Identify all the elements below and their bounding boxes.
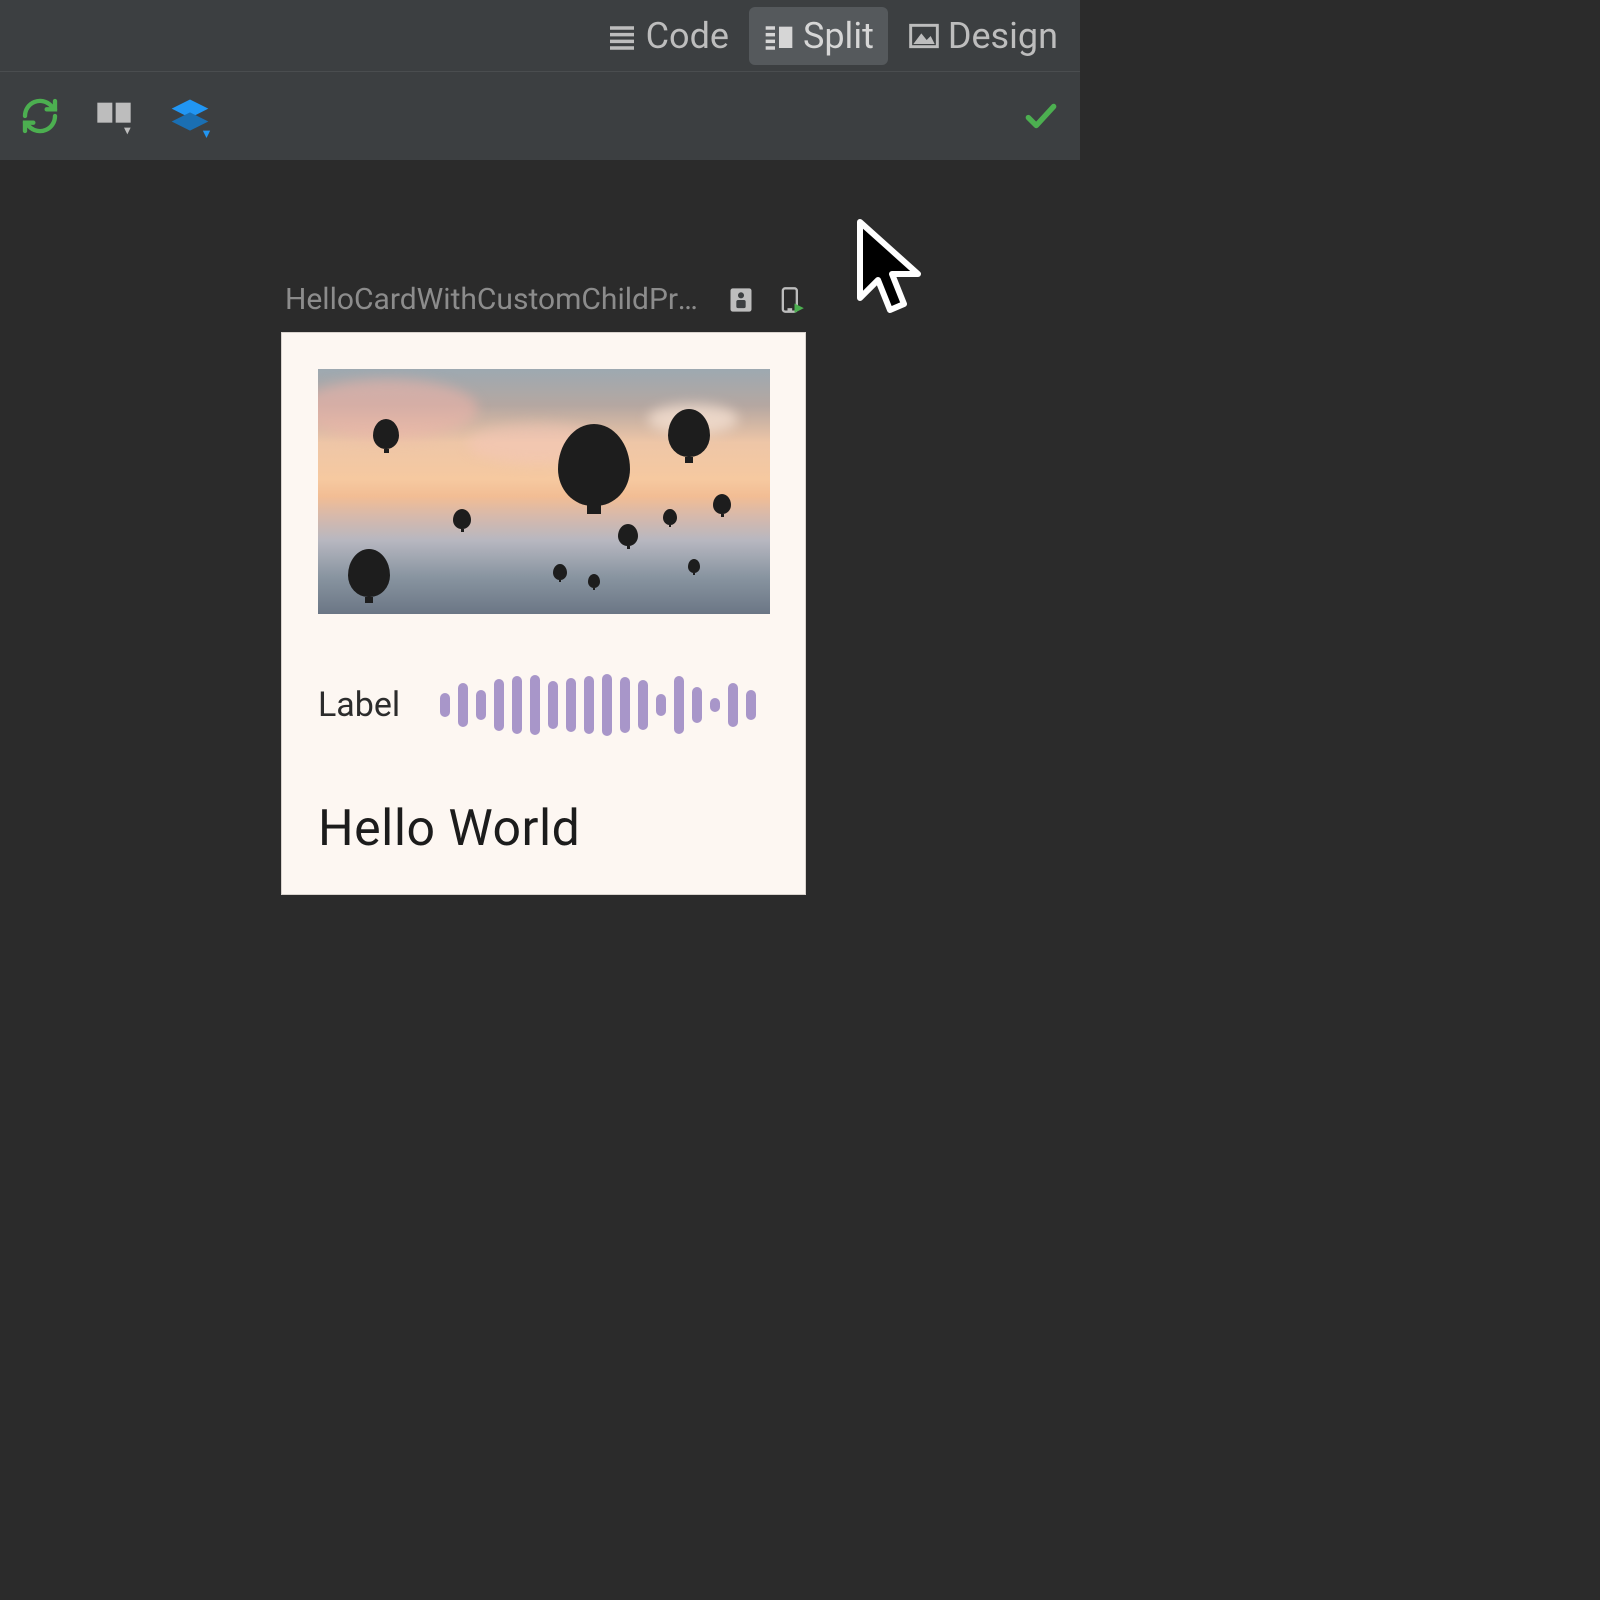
refresh-icon[interactable] (20, 96, 60, 136)
tab-split-label: Split (803, 15, 874, 57)
view-mode-bar: Code Split Design (0, 0, 1080, 72)
preview-card: Label Hello World (281, 332, 806, 895)
card-label-row: Label (318, 674, 769, 736)
card-greeting: Hello World (318, 800, 769, 858)
panel-layout-icon[interactable] (94, 96, 134, 136)
waveform-icon (440, 674, 756, 736)
card-image (318, 369, 770, 614)
menu-icon (606, 20, 638, 52)
mouse-cursor (850, 218, 930, 328)
tab-split[interactable]: Split (749, 7, 888, 65)
check-icon[interactable] (1022, 97, 1060, 135)
tab-code-label: Code (646, 15, 729, 57)
tab-design-label: Design (948, 15, 1058, 57)
card-label: Label (318, 685, 400, 725)
split-icon (763, 20, 795, 52)
preview-canvas: HelloCardWithCustomChildPrev... (0, 160, 1080, 1080)
preview-title: HelloCardWithCustomChildPrev... (285, 282, 705, 317)
tab-design[interactable]: Design (894, 7, 1072, 65)
tab-code[interactable]: Code (592, 7, 743, 65)
interactive-preview-icon[interactable] (727, 286, 755, 314)
layers-icon[interactable] (168, 94, 212, 138)
device-run-icon[interactable] (777, 286, 805, 314)
preview-header: HelloCardWithCustomChildPrev... (285, 282, 805, 317)
image-icon (908, 20, 940, 52)
preview-toolbar (0, 72, 1080, 160)
